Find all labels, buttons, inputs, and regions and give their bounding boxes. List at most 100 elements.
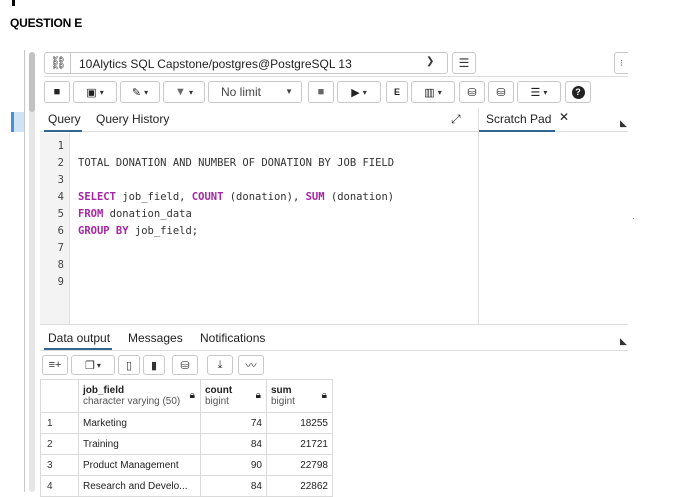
column-header-count[interactable]: count bigint 🔒︎ xyxy=(200,379,267,413)
add-row-button[interactable]: ≡+ xyxy=(42,355,68,375)
cell-count[interactable]: 84 xyxy=(200,433,267,455)
list-icon: ☰ xyxy=(530,86,541,99)
explain-icon: E xyxy=(393,87,400,97)
lock-icon: 🔒︎ xyxy=(321,390,327,401)
save-data-icon: ⛁ xyxy=(180,359,190,372)
expand-icon[interactable]: ⤢ xyxy=(451,112,461,127)
database-icon[interactable]: ☰ xyxy=(452,52,476,74)
cell-job-field[interactable]: Research and Develo... xyxy=(78,475,201,497)
tab-scratch-pad[interactable]: Scratch Pad xyxy=(486,112,551,126)
lock-icon: 🔒︎ xyxy=(255,390,261,401)
tab-query[interactable]: Query xyxy=(48,112,81,126)
row-number[interactable]: 4 xyxy=(40,475,79,497)
explain-button[interactable]: E xyxy=(386,81,408,103)
cell-count[interactable]: 84 xyxy=(200,475,267,497)
column-header-sum[interactable]: sum bigint 🔒︎ xyxy=(266,379,333,413)
column-name: sum xyxy=(271,385,292,396)
column-header-job-field[interactable]: job_field character varying (50) 🔒︎ xyxy=(78,379,201,413)
line-number: 3 xyxy=(57,174,64,186)
question-heading: QUESTION E xyxy=(10,16,83,30)
open-file-button[interactable]: ■ xyxy=(44,81,70,103)
cell-sum[interactable]: 21721 xyxy=(266,433,333,455)
cell-job-field[interactable]: Product Management xyxy=(78,454,201,476)
graph-button[interactable]: 〰 xyxy=(238,355,264,375)
limit-select[interactable]: No limit ▼ xyxy=(208,81,302,103)
tab-messages[interactable]: Messages xyxy=(128,331,183,345)
save-icon: ▣ xyxy=(86,86,97,99)
vertical-scrollbar[interactable] xyxy=(29,52,35,492)
save-data-button[interactable]: ⛁ xyxy=(172,355,198,375)
trash-icon: ▮ xyxy=(150,359,158,372)
sql-keyword: SELECT xyxy=(78,191,116,203)
line-number: 5 xyxy=(57,208,64,220)
execute-button[interactable]: ▶ ▾ xyxy=(337,81,381,103)
chevron-down-icon: ▾ xyxy=(144,87,149,97)
column-type: bigint xyxy=(271,396,295,407)
row-number[interactable]: 1 xyxy=(40,412,79,434)
cell-count[interactable]: 90 xyxy=(200,454,267,476)
tab-query-history[interactable]: Query History xyxy=(96,112,169,126)
resize-icon[interactable]: ◣ xyxy=(620,118,627,129)
code-line-2: TOTAL DONATION AND NUMBER OF DONATION BY… xyxy=(78,157,395,169)
row-number[interactable]: 2 xyxy=(40,433,79,455)
pencil-icon: ✎ xyxy=(131,86,142,99)
code-line-5: FROM donation_data xyxy=(78,208,192,220)
explain-analyze-button[interactable]: ▥ ▾ xyxy=(411,81,455,103)
line-number: 1 xyxy=(57,140,64,152)
scratch-pad-area[interactable] xyxy=(478,132,628,324)
pane-marker: · xyxy=(632,214,635,223)
grid-empty-area xyxy=(334,379,628,492)
resize-icon[interactable]: ◣ xyxy=(620,336,627,347)
active-tab-indicator xyxy=(44,130,82,132)
row-number-header[interactable] xyxy=(40,379,79,413)
cell-sum[interactable]: 18255 xyxy=(266,412,333,434)
sql-text: (donation) xyxy=(324,191,395,203)
rollback-icon: ⛁ xyxy=(496,86,506,99)
cell-sum[interactable]: 22862 xyxy=(266,475,333,497)
row-number[interactable]: 3 xyxy=(40,454,79,476)
cell-sum[interactable]: 22798 xyxy=(266,454,333,476)
tab-data-output[interactable]: Data output xyxy=(48,331,110,345)
folder-icon: ■ xyxy=(53,86,61,98)
column-type: bigint xyxy=(205,396,229,407)
connection-separator xyxy=(70,53,71,73)
cell-count[interactable]: 74 xyxy=(200,412,267,434)
cell-job-field[interactable]: Training xyxy=(78,433,201,455)
save-button[interactable]: ▣ ▾ xyxy=(73,81,117,103)
add-row-icon: ≡+ xyxy=(48,359,62,371)
commit-button[interactable]: ⛁ xyxy=(459,81,485,103)
filter-icon: ▼ xyxy=(175,86,186,98)
table-row[interactable]: 4 Research and Develo... 84 22862 xyxy=(40,475,333,497)
stop-button[interactable]: ■ xyxy=(308,81,334,103)
close-icon[interactable]: ✕ xyxy=(559,110,569,124)
chevron-down-icon: ▾ xyxy=(543,87,548,97)
more-icon[interactable]: ⁝ xyxy=(614,52,628,74)
tab-notifications[interactable]: Notifications xyxy=(200,331,265,345)
sql-function: COUNT xyxy=(191,191,224,203)
cell-job-field[interactable]: Marketing xyxy=(78,412,201,434)
table-row[interactable]: 2 Training 84 21721 xyxy=(40,433,333,455)
chevron-down-icon[interactable]: ❯ xyxy=(426,56,434,67)
panel-divider xyxy=(24,50,25,492)
paste-button[interactable]: ▯ xyxy=(118,355,140,375)
edit-button[interactable]: ✎ ▾ xyxy=(120,81,160,103)
line-number: 7 xyxy=(57,242,64,254)
line-chart-icon: 〰 xyxy=(245,360,257,372)
connection-label: 10Alytics SQL Capstone/postgres@PostgreS… xyxy=(79,57,352,71)
table-row[interactable]: 1 Marketing 74 18255 xyxy=(40,412,333,434)
commit-icon: ⛁ xyxy=(467,86,477,99)
macros-button[interactable]: ☰ ▾ xyxy=(517,81,561,103)
download-button[interactable]: ⤓ xyxy=(207,355,233,375)
delete-button[interactable]: ▮ xyxy=(143,355,165,375)
help-button[interactable]: ? xyxy=(565,81,591,103)
selection-marker xyxy=(11,112,24,132)
line-number: 8 xyxy=(57,259,64,271)
rollback-button[interactable]: ⛁ xyxy=(488,81,514,103)
chevron-down-icon: ▾ xyxy=(99,87,104,97)
chevron-down-icon: ▾ xyxy=(188,87,193,97)
copy-button[interactable]: ❐ ▾ xyxy=(71,355,115,375)
scrollbar-thumb[interactable] xyxy=(29,52,35,112)
filter-button[interactable]: ▼ ▾ xyxy=(163,81,205,103)
chevron-down-icon: ▼ xyxy=(285,87,293,96)
table-row[interactable]: 3 Product Management 90 22798 xyxy=(40,454,333,476)
